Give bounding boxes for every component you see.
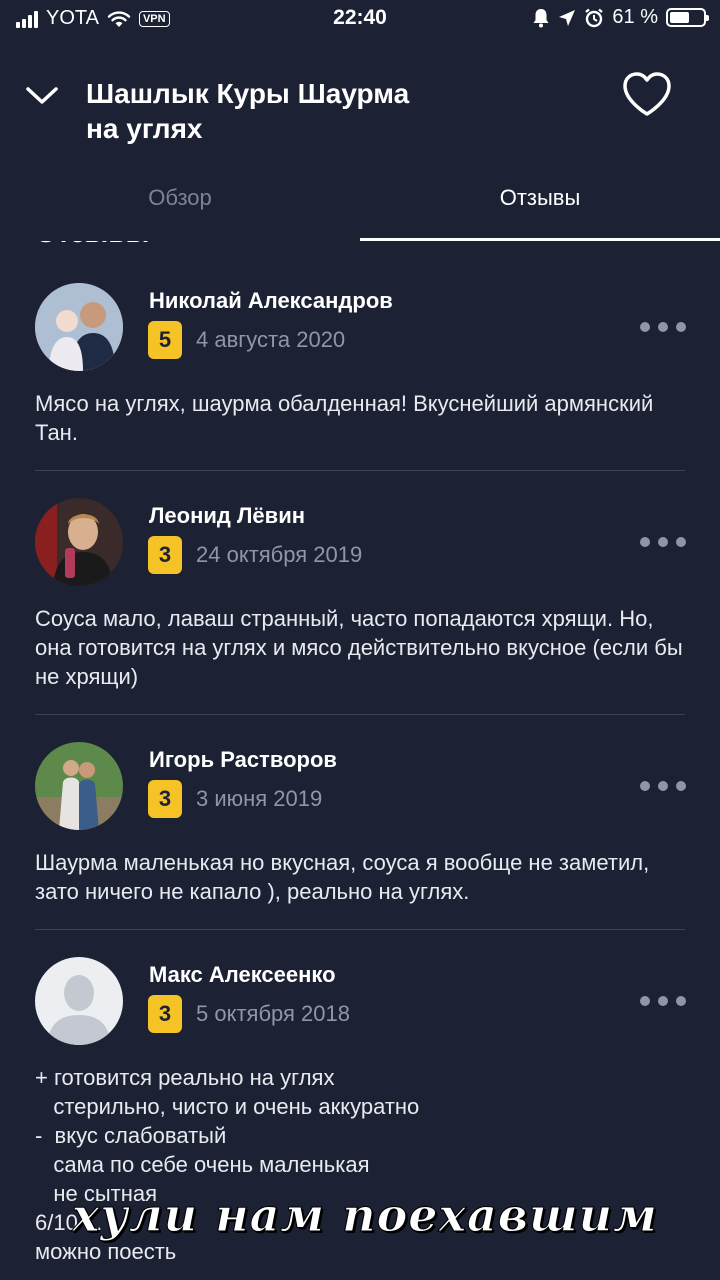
title-line-1: Шашлык Куры Шаурма [86,78,410,109]
review-date: 24 октября 2019 [196,542,363,567]
divider [35,929,685,930]
reviewer-name[interactable]: Макс Алексеенко [149,962,336,988]
chevron-down-icon[interactable] [24,80,60,110]
review-date: 5 октября 2018 [196,1001,350,1026]
watermark-caption: хули нам поехавшим [72,1188,658,1243]
avatar-placeholder [35,957,123,1045]
page-title: Шашлык Куры Шаурма на углях [86,76,566,146]
alarm-icon [585,8,604,27]
avatar [35,498,123,586]
status-bar: YOTA VPN 22:40 61 % [0,0,720,38]
more-options-icon[interactable] [640,995,686,1007]
tab-reviews[interactable]: Отзывы [360,185,720,211]
reviews-list[interactable]: Отзывы Николай Александров 5 4 августа 2… [0,241,720,1280]
battery-percent: 61 % [612,6,658,28]
rating-badge: 3 [148,780,182,818]
reviewer-name[interactable]: Николай Александров [149,288,393,314]
avatar [35,742,123,830]
reviewer-name[interactable]: Леонид Лёвин [149,503,305,529]
more-options-icon[interactable] [640,321,686,333]
review-text: Соуса мало, лаваш странный, часто попада… [35,606,689,689]
location-arrow-icon [559,9,576,26]
section-title: Отзывы [35,241,149,249]
more-options-icon[interactable] [640,780,686,792]
bell-icon [533,8,549,27]
divider [35,470,685,471]
more-options-icon[interactable] [640,536,686,548]
rating-badge: 3 [148,995,182,1033]
review-text: Мясо на углях, шаурма обалденная! Вкусне… [35,391,660,445]
tab-overview[interactable]: Обзор [0,185,360,211]
reviewer-name[interactable]: Игорь Растворов [149,747,337,773]
title-line-2: на углях [86,113,203,144]
review-text: Шаурма маленькая но вкусная, соуса я воо… [35,850,656,904]
review-date: 4 августа 2020 [196,327,346,352]
battery-icon [666,8,709,27]
divider [35,714,685,715]
rating-badge: 5 [148,321,182,359]
heart-outline-icon[interactable] [620,70,674,120]
avatar [35,283,123,371]
status-right: 61 % [532,6,709,29]
rating-badge: 3 [148,536,182,574]
review-date: 3 июня 2019 [196,786,323,811]
